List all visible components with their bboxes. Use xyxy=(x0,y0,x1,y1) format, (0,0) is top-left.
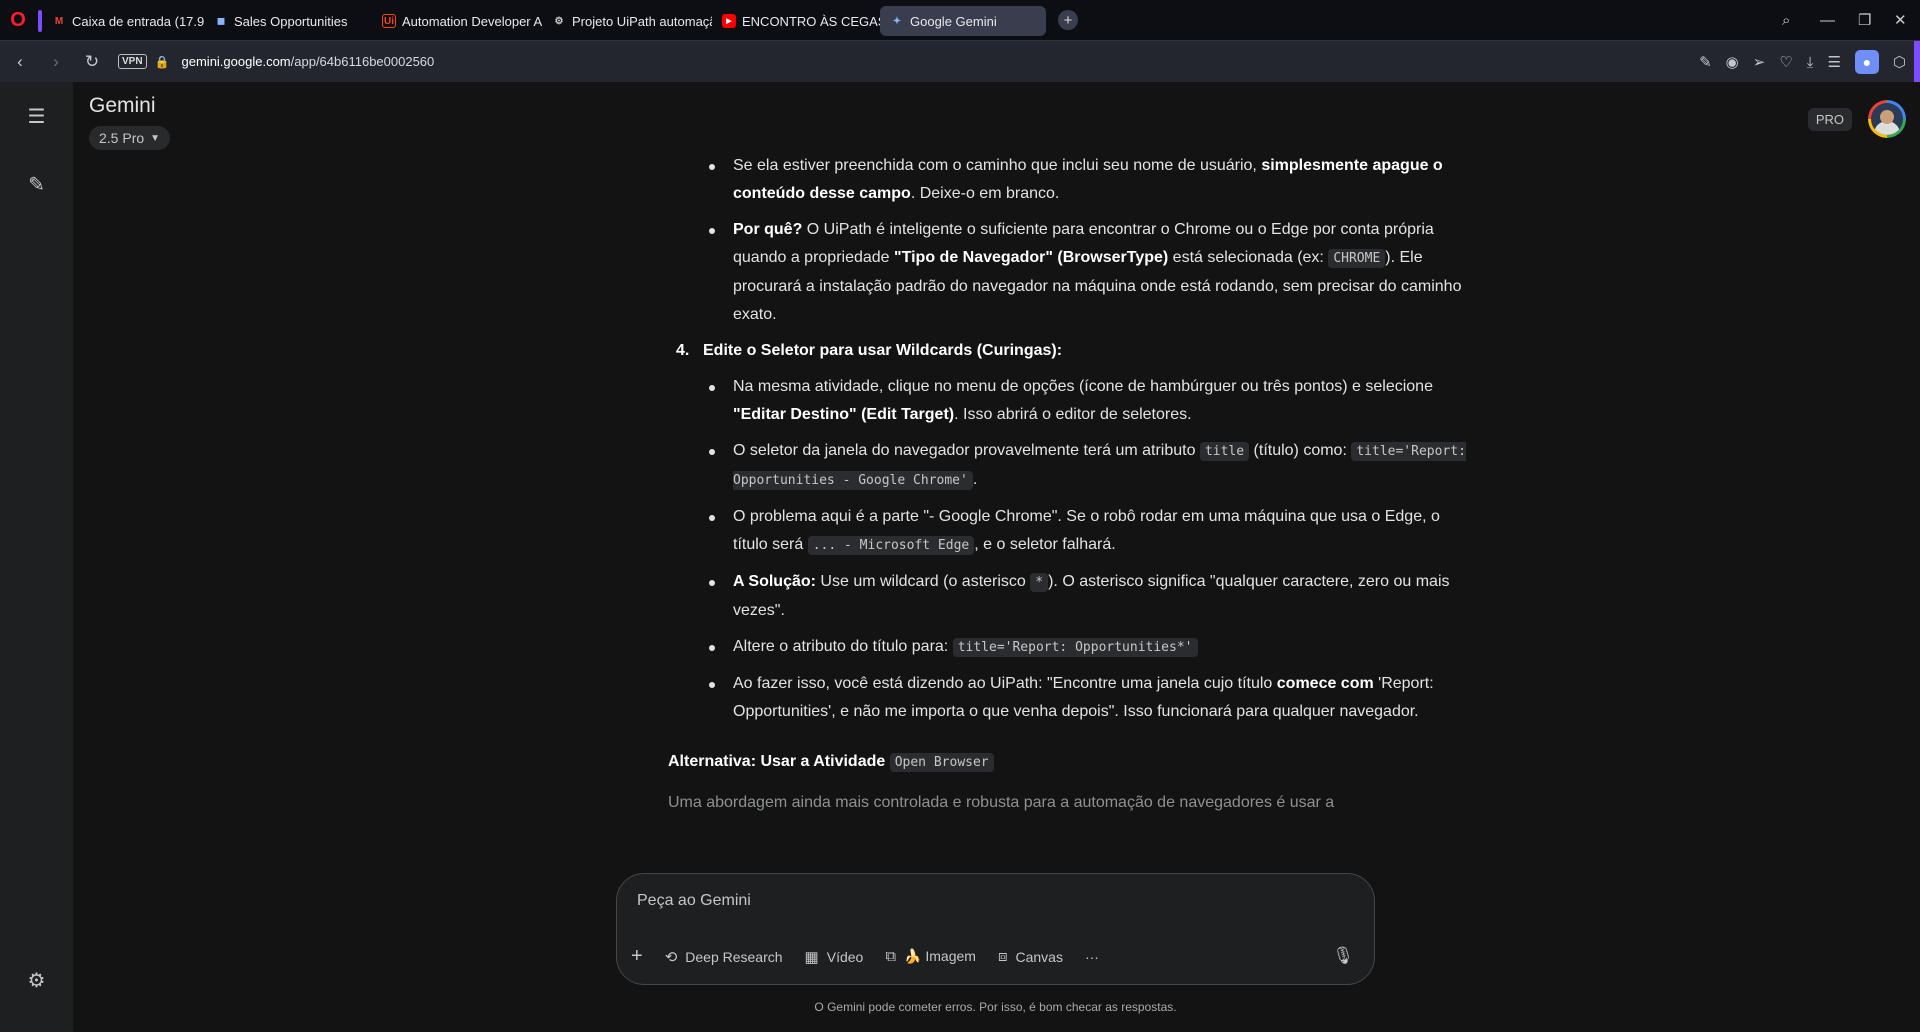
new-tab-button[interactable]: + xyxy=(1058,10,1078,30)
gear-icon: ⚙ xyxy=(554,15,564,27)
model-selector[interactable]: 2.5 Pro ▼ xyxy=(89,126,171,150)
tab-label: Caixa de entrada (17.963) xyxy=(72,13,204,29)
gmail-icon: M xyxy=(54,15,64,27)
image-button[interactable]: ⧉ 🍌 Imagem xyxy=(885,948,976,965)
image-icon: ⧉ xyxy=(885,948,897,965)
deep-research-button[interactable]: ⟲ Deep Research xyxy=(665,948,783,966)
list-item: Na mesma atividade, clique no menu de op… xyxy=(668,373,1468,429)
chevron-down-icon: ▼ xyxy=(150,132,161,144)
extensions-icon[interactable]: ⬡ xyxy=(1893,53,1906,71)
tab-youtube[interactable]: ▶ ENCONTRO ÀS CEGAS CO xyxy=(712,6,880,36)
avatar[interactable] xyxy=(1868,100,1906,138)
list-item: Altere o atributo do título para: title=… xyxy=(668,633,1468,662)
uipath-icon: Ui xyxy=(382,14,396,28)
vpn-badge[interactable]: VPN xyxy=(118,54,147,69)
forward-icon[interactable]: › xyxy=(38,52,74,72)
disclaimer: O Gemini pode cometer erros. Por isso, é… xyxy=(814,1000,1177,1014)
deep-research-icon: ⟲ xyxy=(664,948,678,966)
list-item: Por quê? O UiPath é inteligente o sufici… xyxy=(668,216,1468,329)
address-bar: ‹ › ↻ VPN 🔒 gemini.google.com/app/64b611… xyxy=(0,40,1920,83)
report-icon: ◼ xyxy=(216,15,226,27)
video-button[interactable]: ▦ Vídeo xyxy=(805,948,864,966)
inline-code: ... - Microsoft Edge xyxy=(807,536,975,555)
numbered-step: 4. Edite o Seletor para usar Wildcards (… xyxy=(676,342,1063,359)
inline-code: Open Browser xyxy=(889,753,994,772)
tab-sales-opportunities[interactable]: ◼ Sales Opportunities xyxy=(204,6,372,36)
url-path: /app/64b6116be0002560 xyxy=(290,54,435,69)
opera-logo-icon[interactable]: O xyxy=(0,0,36,40)
list-item: Ao fazer isso, você está dizendo ao UiPa… xyxy=(668,670,1468,726)
list-item: A Solução: Use um wildcard (o asterisco … xyxy=(668,568,1468,625)
tab-label: Google Gemini xyxy=(910,13,997,29)
reload-icon[interactable]: ↻ xyxy=(74,52,110,72)
tab-accent xyxy=(38,10,42,32)
url-field[interactable]: gemini.google.com/app/64b6116be0002560 xyxy=(182,54,435,69)
gemini-sidebar: ☰ ✎ ⚙ xyxy=(0,82,73,1032)
prompt-composer: Peça ao Gemini + ⟲ Deep Research ▦ Vídeo ⧉… xyxy=(616,873,1375,985)
lock-icon[interactable]: 🔒 xyxy=(155,55,170,69)
download-icon[interactable]: ⤓ xyxy=(1807,54,1814,71)
youtube-icon: ▶ xyxy=(722,14,736,28)
back-icon[interactable]: ‹ xyxy=(2,52,38,72)
list-item: O problema aqui é a parte "- Google Chro… xyxy=(668,503,1468,560)
chat-main: Gemini 2.5 Pro ▼ PRO Se ela estiver pree… xyxy=(73,82,1920,1032)
url-host: gemini.google.com xyxy=(181,54,291,69)
tab-projeto-uipath[interactable]: ⚙ Projeto UiPath automação xyxy=(542,6,712,36)
tab-label: ENCONTRO ÀS CEGAS CO xyxy=(742,13,880,29)
heart-icon[interactable]: ♡ xyxy=(1779,53,1792,71)
add-attachment-button[interactable]: + xyxy=(631,945,643,968)
pro-badge: PRO xyxy=(1807,108,1852,131)
inline-code: * xyxy=(1030,573,1049,592)
main-menu-icon[interactable]: ☰ xyxy=(0,104,73,129)
send-icon[interactable]: ➢ xyxy=(1753,53,1766,71)
video-icon: ▦ xyxy=(804,948,819,966)
app-title: Gemini xyxy=(89,94,156,117)
inline-code: title xyxy=(1199,442,1250,461)
prompt-input[interactable]: Peça ao Gemini xyxy=(637,892,751,910)
inline-code: title='Report: Opportunities*' xyxy=(952,638,1198,657)
new-chat-icon[interactable]: ✎ xyxy=(0,172,73,197)
response-content: Se ela estiver preenchida com o caminho … xyxy=(668,82,1468,882)
microphone-icon[interactable]: 🎙 xyxy=(1332,946,1354,966)
gemini-icon: ✦ xyxy=(892,15,902,27)
settings-icon[interactable]: ⚙ xyxy=(0,968,73,993)
restore-icon[interactable]: ❐ xyxy=(1858,0,1871,40)
menu-icon[interactable]: ☰ xyxy=(1827,53,1840,71)
tab-label: Automation Developer As xyxy=(402,13,542,29)
list-item: Se ela estiver preenchida com o caminho … xyxy=(668,152,1468,208)
model-label: 2.5 Pro xyxy=(99,130,145,146)
tab-gmail[interactable]: M Caixa de entrada (17.963) xyxy=(36,6,204,36)
tab-label: Sales Opportunities xyxy=(234,13,348,29)
browser-tab-bar: O M Caixa de entrada (17.963) ◼ Sales Op… xyxy=(0,0,1920,40)
canvas-icon: ⧈ xyxy=(997,948,1008,965)
tab-label: Projeto UiPath automação xyxy=(572,13,712,29)
composer-toolbar: + ⟲ Deep Research ▦ Vídeo ⧉ 🍌 Imagem ⧈ Canva… xyxy=(631,945,1099,968)
camera-icon[interactable]: ◉ xyxy=(1726,53,1739,71)
edit-page-icon[interactable]: ✎ xyxy=(1699,53,1712,71)
browser-toolbar: ✎ ◉ ➢ ♡ ⤓ ☰ ● ⬡ xyxy=(1699,41,1906,83)
profile-icon[interactable]: ● xyxy=(1854,50,1879,74)
paragraph: Uma abordagem ainda mais controlada e ro… xyxy=(668,794,1335,811)
section-heading: Alternativa: Usar a Atividade Open Brows… xyxy=(668,748,1468,777)
list-item: O seletor da janela do navegador provave… xyxy=(668,437,1468,495)
sidebar-accent-strip xyxy=(1914,41,1920,83)
minimize-icon[interactable]: — xyxy=(1820,0,1835,40)
tab-google-gemini[interactable]: ✦ Google Gemini xyxy=(880,6,1046,36)
more-tools-button[interactable]: ··· xyxy=(1085,949,1099,965)
search-tabs-icon[interactable]: ⌕ xyxy=(1782,0,1790,40)
tab-automation-developer[interactable]: Ui Automation Developer As xyxy=(372,6,542,36)
close-window-icon[interactable]: ✕ xyxy=(1894,0,1907,40)
canvas-button[interactable]: ⧈ Canvas xyxy=(998,948,1063,965)
inline-code: CHROME xyxy=(1328,249,1386,268)
